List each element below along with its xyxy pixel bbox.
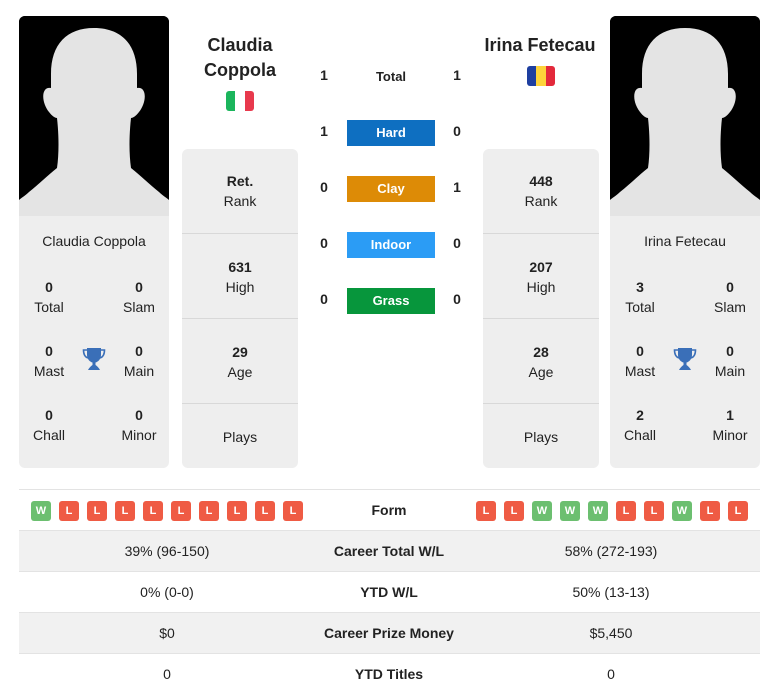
player2-photo (610, 16, 760, 216)
player2-form: LLWWWLLWLL (476, 501, 748, 521)
player1-plays: Plays (182, 403, 298, 468)
form-loss-badge[interactable]: L (199, 501, 219, 521)
player1-slam-titles: 0 Slam (123, 279, 155, 315)
player1-info-card: Ret. Rank 631 High 29 Age Plays (182, 149, 298, 468)
player1-career-wl: 39% (96-150) (124, 543, 210, 559)
player-silhouette-icon (610, 16, 760, 216)
player1-card-name: Claudia Coppola (42, 233, 146, 249)
hard-surface-badge[interactable]: Hard (347, 120, 435, 146)
form-loss-badge[interactable]: L (476, 501, 496, 521)
player2-minor-titles: 1 Minor (712, 407, 748, 443)
form-loss-badge[interactable]: L (59, 501, 79, 521)
player2-card-name: Irina Fetecau (644, 233, 726, 249)
player2-main-titles: 0 Main (714, 343, 746, 379)
player1-chall-titles: 0 Chall (33, 407, 65, 443)
form-loss-badge[interactable]: L (255, 501, 275, 521)
player1-total-titles: 0 Total (34, 279, 64, 315)
form-win-badge[interactable]: W (31, 501, 51, 521)
player2-rank: 448 Rank (524, 173, 558, 209)
ytd-wl-label: YTD W/L (360, 584, 418, 600)
form-win-badge[interactable]: W (532, 501, 552, 521)
trophy-icon (673, 348, 697, 370)
form-label: Form (371, 502, 407, 518)
player2-mast-titles: 0 Mast (624, 343, 656, 379)
player1-titles-card: Claudia Coppola 0 Total 0 Slam 0 Mast 0 Main… (19, 216, 169, 468)
form-win-badge[interactable]: W (672, 501, 692, 521)
player1-main-titles: 0 Main (123, 343, 155, 379)
form-win-badge[interactable]: W (560, 501, 580, 521)
form-loss-badge[interactable]: L (700, 501, 720, 521)
prize-money-row: $0 Career Prize Money $5,450 (19, 613, 760, 654)
h2h-hard-row: 1 Hard 0 (310, 120, 470, 146)
prize-money-label: Career Prize Money (324, 625, 454, 641)
player2-plays: Plays (483, 403, 599, 468)
trophy-icon (82, 348, 106, 370)
indoor-surface-badge[interactable]: Indoor (347, 232, 435, 258)
player2-ytd-wl: 50% (13-13) (572, 584, 650, 600)
player1-form: WLLLLLLLLL (31, 501, 303, 521)
form-loss-badge[interactable]: L (504, 501, 524, 521)
player2-titles-card: Irina Fetecau 3 Total 0 Slam 0 Mast 0 Main 2… (610, 216, 760, 468)
player1-high: 631 High (182, 233, 298, 318)
form-loss-badge[interactable]: L (87, 501, 107, 521)
player1-ytd-titles: 0 (163, 666, 171, 682)
player2-age: 28 Age (483, 318, 599, 403)
comparison-table: WLLLLLLLLL Form LLWWWLLWLL 39% (96-150) … (19, 489, 760, 695)
career-wl-label: Career Total W/L (333, 543, 445, 559)
form-loss-badge[interactable]: L (115, 501, 135, 521)
player1-rank: Ret. Rank (223, 173, 257, 209)
player1-photo (19, 16, 169, 216)
player-silhouette-icon (19, 16, 169, 216)
player2-prize-money: $5,450 (589, 625, 633, 641)
form-win-badge[interactable]: W (588, 501, 608, 521)
player2-total-titles: 3 Total (625, 279, 655, 315)
player2-slam-titles: 0 Slam (714, 279, 746, 315)
player1-minor-titles: 0 Minor (121, 407, 157, 443)
player2-career-wl: 58% (272-193) (564, 543, 658, 559)
player1-ytd-wl: 0% (0-0) (140, 584, 194, 600)
player1-name-link[interactable]: Claudia Coppola (180, 33, 300, 83)
ytd-titles-row: 0 YTD Titles 0 (19, 654, 760, 695)
player2-ytd-titles: 0 (607, 666, 615, 682)
form-loss-badge[interactable]: L (644, 501, 664, 521)
form-loss-badge[interactable]: L (227, 501, 247, 521)
clay-surface-badge[interactable]: Clay (347, 176, 435, 202)
romania-flag-icon (527, 66, 555, 86)
h2h-clay-row: 0 Clay 1 (310, 176, 470, 202)
h2h-indoor-row: 0 Indoor 0 (310, 232, 470, 258)
form-loss-badge[interactable]: L (616, 501, 636, 521)
form-row: WLLLLLLLLL Form LLWWWLLWLL (19, 490, 760, 531)
h2h-grass-row: 0 Grass 0 (310, 288, 470, 314)
player1-prize-money: $0 (159, 625, 175, 641)
player1-mast-titles: 0 Mast (33, 343, 65, 379)
form-loss-badge[interactable]: L (728, 501, 748, 521)
player2-chall-titles: 2 Chall (624, 407, 656, 443)
form-loss-badge[interactable]: L (171, 501, 191, 521)
player2-high: 207 High (483, 233, 599, 318)
career-wl-row: 39% (96-150) Career Total W/L 58% (272-1… (19, 531, 760, 572)
player2-name-link[interactable]: Irina Fetecau (480, 33, 600, 58)
player2-info-card: 448 Rank 207 High 28 Age Plays (483, 149, 599, 468)
italy-flag-icon (226, 91, 254, 111)
grass-surface-badge[interactable]: Grass (347, 288, 435, 314)
form-loss-badge[interactable]: L (283, 501, 303, 521)
player1-age: 29 Age (182, 318, 298, 403)
h2h-total-label: Total (375, 69, 407, 84)
ytd-wl-row: 0% (0-0) YTD W/L 50% (13-13) (19, 572, 760, 613)
ytd-titles-label: YTD Titles (354, 666, 424, 682)
h2h-total-row: 1 Total 1 (310, 64, 470, 90)
form-loss-badge[interactable]: L (143, 501, 163, 521)
